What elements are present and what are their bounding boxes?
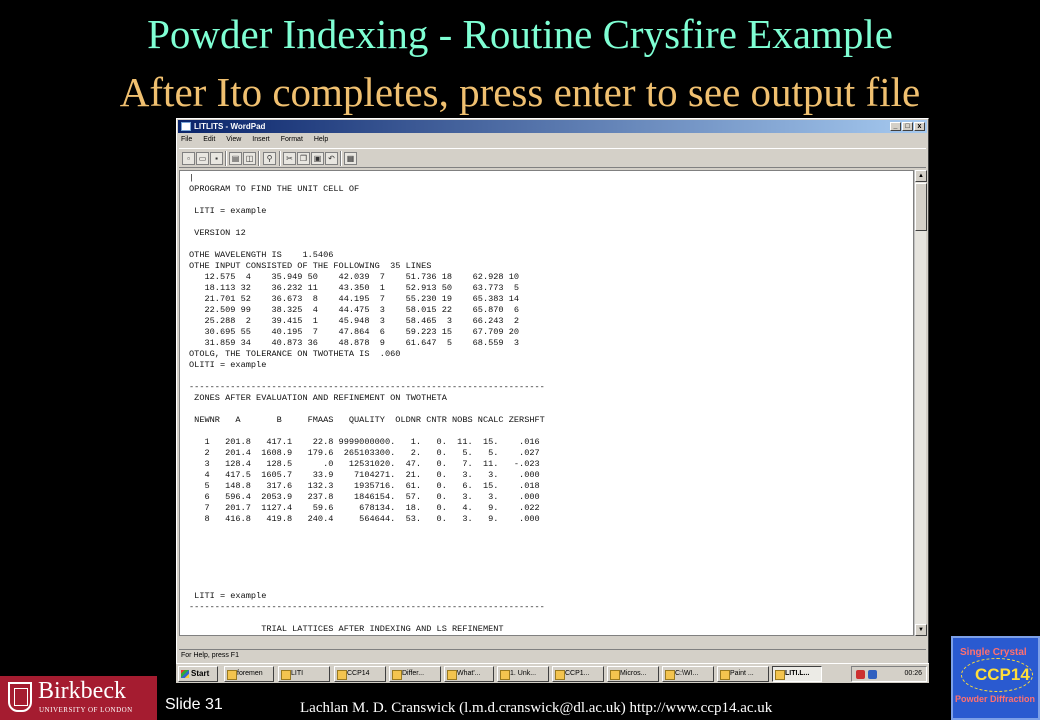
- clock[interactable]: 00:26: [904, 667, 922, 681]
- tray-icon[interactable]: [856, 670, 865, 679]
- close-button[interactable]: x: [914, 122, 925, 131]
- window-titlebar[interactable]: LITLITS - WordPad _ □ x: [178, 120, 927, 133]
- taskbar-item[interactable]: CCP1...: [552, 666, 604, 682]
- taskbar-item[interactable]: Micros...: [607, 666, 659, 682]
- menu-file[interactable]: File: [179, 136, 192, 143]
- taskbar-item-active[interactable]: LITI.L...: [772, 666, 822, 682]
- insert-date-icon[interactable]: ▦: [344, 152, 357, 165]
- crest-icon: [8, 682, 32, 712]
- scroll-up-icon[interactable]: ▲: [915, 170, 927, 182]
- document-text[interactable]: | OPROGRAM TO FIND THE UNIT CELL OF LITI…: [189, 173, 545, 635]
- ccp14-logo: Single Crystal CCP14 Powder Diffraction: [951, 636, 1040, 720]
- wordpad-app-icon[interactable]: [181, 122, 191, 131]
- birkbeck-name: Birkbeck: [38, 678, 126, 704]
- slide-title: Powder Indexing - Routine Crysfire Examp…: [147, 11, 893, 57]
- scroll-thumb[interactable]: [915, 183, 927, 231]
- birkbeck-logo: Birkbeck UNIVERSITY OF LONDON: [0, 676, 157, 720]
- ccp14-line2: CCP14: [975, 665, 1030, 684]
- open-folder-icon[interactable]: ▭: [196, 152, 209, 165]
- menu-edit[interactable]: Edit: [201, 136, 215, 143]
- toolbar-separator: [340, 151, 342, 166]
- toolbar: ▫ ▭ ▪ ▤ ◫ ⚲ ✂ ❐ ▣ ↶ ▦: [179, 148, 926, 168]
- save-icon[interactable]: ▪: [210, 152, 223, 165]
- tray-icon[interactable]: [868, 670, 877, 679]
- taskbar-item[interactable]: Paint ...: [717, 666, 769, 682]
- toolbar-separator: [225, 151, 227, 166]
- menu-bar: File Edit View Insert Format Help: [179, 134, 335, 146]
- undo-icon[interactable]: ↶: [325, 152, 338, 165]
- taskbar-item[interactable]: 1. Unk...: [497, 666, 549, 682]
- taskbar-item[interactable]: What'...: [444, 666, 494, 682]
- menu-format[interactable]: Format: [279, 136, 303, 143]
- menu-view[interactable]: View: [224, 136, 241, 143]
- toolbar-separator: [258, 151, 260, 166]
- vertical-scrollbar[interactable]: ▲ ▼: [914, 170, 927, 636]
- print-icon[interactable]: ▤: [229, 152, 242, 165]
- taskbar: Start foremen LITI CCP14 Differ... What'…: [176, 663, 929, 683]
- taskbar-item[interactable]: C:\WI...: [662, 666, 714, 682]
- ccp14-line3: Powder Diffraction: [955, 694, 1036, 704]
- system-tray: 00:26: [851, 666, 927, 682]
- taskbar-item[interactable]: LITI: [278, 666, 330, 682]
- author-credit: Lachlan M. D. Cranswick (l.m.d.cranswick…: [300, 700, 773, 716]
- taskbar-item[interactable]: CCP14: [334, 666, 386, 682]
- minimize-button[interactable]: _: [890, 122, 901, 131]
- taskbar-item[interactable]: foremen: [224, 666, 274, 682]
- print-preview-icon[interactable]: ◫: [243, 152, 256, 165]
- window-title: LITLITS - WordPad: [194, 122, 266, 131]
- toolbar-separator: [279, 151, 281, 166]
- paste-icon[interactable]: ▣: [311, 152, 324, 165]
- menu-insert[interactable]: Insert: [250, 136, 270, 143]
- wordpad-window: LITLITS - WordPad _ □ x File Edit View I…: [176, 118, 929, 664]
- new-document-icon[interactable]: ▫: [182, 152, 195, 165]
- copy-icon[interactable]: ❐: [297, 152, 310, 165]
- slide-number: Slide 31: [165, 696, 223, 713]
- find-icon[interactable]: ⚲: [263, 152, 276, 165]
- status-bar: For Help, press F1: [179, 649, 926, 661]
- ccp14-line1: Single Crystal: [960, 647, 1027, 658]
- scroll-down-icon[interactable]: ▼: [915, 624, 927, 636]
- start-button[interactable]: Start: [178, 666, 218, 682]
- taskbar-item[interactable]: Differ...: [389, 666, 441, 682]
- birkbeck-subtitle: UNIVERSITY OF LONDON: [39, 706, 133, 714]
- slide-subtitle: After Ito completes, press enter to see …: [119, 69, 921, 115]
- menu-help[interactable]: Help: [312, 136, 328, 143]
- cut-icon[interactable]: ✂: [283, 152, 296, 165]
- document-area[interactable]: | OPROGRAM TO FIND THE UNIT CELL OF LITI…: [179, 170, 914, 636]
- maximize-button[interactable]: □: [902, 122, 913, 131]
